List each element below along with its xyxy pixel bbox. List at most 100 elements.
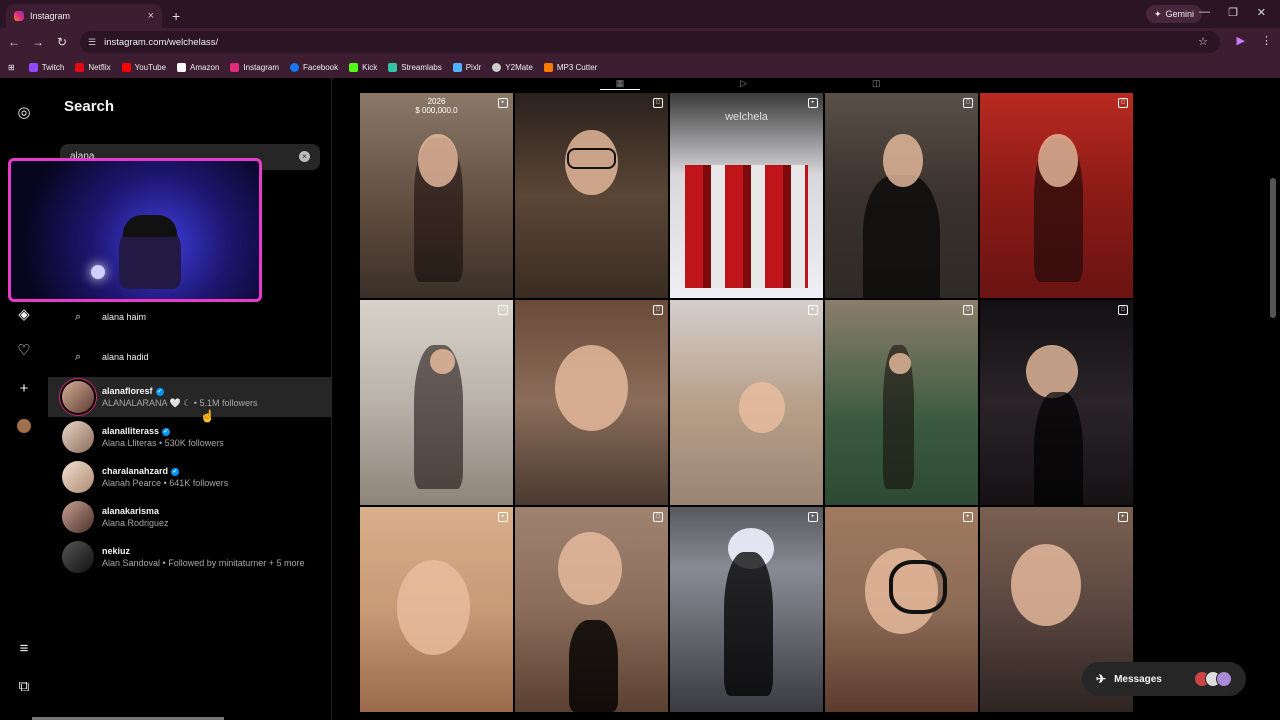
post-tile[interactable]: ▸ [825, 507, 978, 712]
bookmark-mp3-cutter[interactable]: MP3 Cutter [543, 62, 597, 72]
lamp-light [91, 265, 105, 279]
carousel-icon: ▢ [1118, 98, 1128, 108]
reel-icon: ▸ [498, 512, 508, 522]
close-tab-icon[interactable]: × [148, 10, 154, 22]
pixlr-icon [452, 62, 462, 72]
bookmark-streamlabs[interactable]: Streamlabs [388, 62, 442, 72]
post-tile[interactable]: ▢ [980, 93, 1133, 298]
account-subtitle: Alanah Pearce • 641K followers [102, 478, 229, 488]
instagram-logo-icon[interactable]: ◎ [14, 102, 34, 122]
create-plus-icon[interactable]: + [14, 378, 34, 398]
suggestion-alana-haim[interactable]: ⌕ alana haim [48, 297, 332, 337]
profile-avatar-icon[interactable] [14, 416, 34, 436]
gemini-button[interactable]: ✦ Gemini [1145, 5, 1202, 23]
clear-search-icon[interactable]: × [299, 151, 310, 162]
bookmarks-bar: ⊞ Twitch Netflix YouTube Amazon Instagra… [0, 56, 1280, 78]
new-tab-button[interactable]: + [172, 8, 180, 24]
person-figure [863, 175, 940, 298]
post-tile[interactable]: ▢ [515, 507, 668, 712]
username: nekiuz [102, 546, 131, 556]
post-tile[interactable]: ▢ [825, 300, 978, 505]
account-result-alanafloresf[interactable]: alanafloresf ✓ ALANALARANA 🤍 ☾ • 5.1M fol… [48, 377, 332, 417]
tagged-tab-icon[interactable]: ◫ [872, 78, 881, 89]
profile-tabs: ▦ ▷ ◫ [360, 78, 1134, 92]
post-tile[interactable]: ▢ [980, 300, 1133, 505]
bookmark-facebook[interactable]: Facebook [289, 62, 338, 72]
bookmark-instagram[interactable]: Instagram [230, 62, 279, 72]
y2mate-icon [492, 62, 502, 72]
posts-grid-tab-icon[interactable]: ▦ [600, 78, 640, 90]
site-info-icon[interactable]: ☰ [88, 37, 96, 48]
restore-icon[interactable]: ❐ [1228, 6, 1238, 19]
account-subtitle: ALANALARANA 🤍 ☾ • 5.1M followers [102, 398, 258, 408]
account-result-alanakarisma[interactable]: alanakarisma Alana Rodriguez [48, 497, 332, 537]
person-face [430, 349, 455, 374]
extension-icon[interactable]: ▶ [1237, 34, 1245, 47]
url-text: instagram.com/welchelass/ [104, 36, 219, 48]
menu-icon[interactable]: ⋮ [1261, 34, 1272, 47]
person-face [1010, 543, 1081, 626]
person-figure [568, 619, 618, 712]
reload-icon[interactable]: ↻ [50, 35, 74, 49]
person-face [738, 382, 785, 434]
send-icon: ✈ [1096, 672, 1107, 686]
post-caption-amount: $ 000,000.0 [415, 106, 458, 115]
notifications-heart-icon[interactable]: ♡ [14, 340, 34, 360]
explore-icon[interactable]: ◈ [14, 304, 34, 324]
bookmark-kick[interactable]: Kick [349, 62, 377, 72]
post-tile[interactable]: ▢ [360, 300, 513, 505]
person-figure [1033, 392, 1083, 505]
more-menu-icon[interactable]: ≡ [14, 638, 34, 658]
glasses-shape [889, 560, 948, 614]
post-tile[interactable]: ▢ [825, 93, 978, 298]
carousel-icon: ▢ [963, 305, 973, 315]
bookmark-y2mate[interactable]: Y2Mate [492, 62, 533, 72]
messages-button[interactable]: ✈ Messages [1082, 662, 1246, 696]
sparkle-icon: ✦ [1153, 8, 1162, 19]
carousel-icon: ▢ [653, 98, 663, 108]
forward-icon[interactable]: → [26, 35, 50, 49]
suggestion-text: alana hadid [102, 352, 149, 362]
address-bar[interactable]: ☰ instagram.com/welchelass/ ☆ [80, 31, 1220, 53]
post-tile[interactable]: ▸ [670, 507, 823, 712]
toolbar-right: ▶ ⋮ [1237, 34, 1272, 47]
account-result-alanalliterass[interactable]: alanalliterass ✓ Alana Lliteras • 530K fo… [48, 417, 332, 457]
account-result-nekiuz[interactable]: nekiuz Alan Sandoval • Followed by minit… [48, 537, 332, 577]
reels-tab-icon[interactable]: ▷ [740, 78, 747, 89]
post-tile[interactable]: ▸ [670, 300, 823, 505]
carousel-icon: ▢ [653, 512, 663, 522]
browser-tab-instagram[interactable]: Instagram × [6, 4, 162, 28]
minimize-icon[interactable]: — [1199, 6, 1210, 18]
avatar [1216, 671, 1232, 687]
account-subtitle: Alana Rodriguez [102, 518, 169, 528]
tab-title: Instagram [30, 11, 71, 21]
post-tile[interactable]: ▢ [515, 300, 668, 505]
bookmark-twitch[interactable]: Twitch [28, 62, 64, 72]
glasses-shape [567, 148, 616, 169]
account-result-charalanahzard[interactable]: charalanahzard ✓ Alanah Pearce • 641K fol… [48, 457, 332, 497]
bookmark-amazon[interactable]: Amazon [177, 62, 219, 72]
person-face [396, 560, 471, 655]
apps-icon[interactable]: ⊞ [8, 63, 15, 72]
browser-tab-bar: Instagram × + [0, 0, 1280, 28]
minecraft-sign-text: welchela [725, 111, 768, 123]
post-tile[interactable]: ▢ [515, 93, 668, 298]
carousel-icon: ▢ [653, 305, 663, 315]
suggestion-alana-hadid[interactable]: ⌕ alana hadid [48, 337, 332, 377]
bookmark-pixlr[interactable]: Pixlr [452, 62, 481, 72]
post-tile[interactable]: welchela ▸ [670, 93, 823, 298]
post-tile[interactable]: ▸ [360, 507, 513, 712]
verified-badge-icon: ✓ [171, 467, 180, 476]
threads-icon[interactable]: ⧉ [14, 676, 34, 696]
webcam-overlay [8, 158, 262, 302]
close-window-icon[interactable]: ✕ [1257, 6, 1266, 19]
bookmark-star-icon[interactable]: ☆ [1198, 35, 1208, 48]
reel-icon: ▸ [808, 305, 818, 315]
instagram-page: ◎ ◈ ♡ + ≡ ⧉ Search alana × ⌕ alana haim … [0, 78, 1280, 720]
bookmark-netflix[interactable]: Netflix [75, 62, 111, 72]
back-icon[interactable]: ← [2, 35, 26, 49]
person-face [554, 345, 629, 432]
post-tile[interactable]: 2026 $ 000,000.0 ▸ [360, 93, 513, 298]
page-scrollbar[interactable] [1270, 178, 1276, 318]
bookmark-youtube[interactable]: YouTube [121, 62, 166, 72]
